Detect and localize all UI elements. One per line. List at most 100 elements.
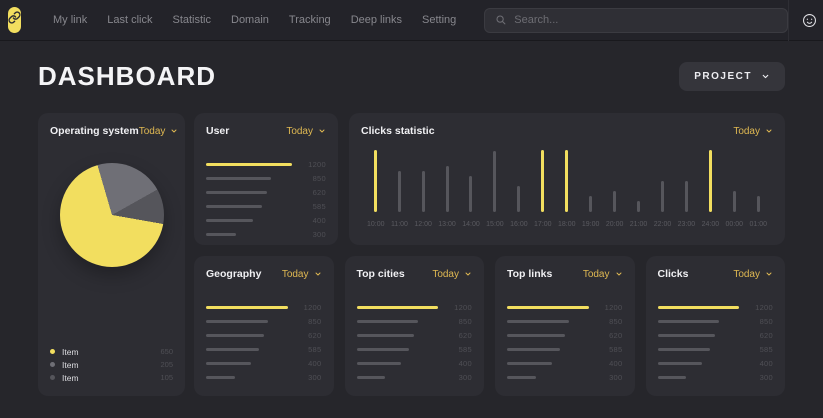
pie-legend: Item650Item205Item105: [50, 345, 173, 384]
card-clicks-statistic: Clicks statistic Today 10:0011:0012:0013…: [349, 113, 785, 245]
card-title: Clicks: [658, 268, 689, 280]
period-dropdown[interactable]: Today: [286, 126, 326, 137]
bar: [206, 205, 262, 208]
top-nav: My linkLast clickStatisticDomainTracking…: [0, 0, 823, 41]
bar-row: 850: [206, 314, 322, 328]
main-menu: My linkLast clickStatisticDomainTracking…: [43, 14, 466, 26]
bar: [357, 334, 415, 337]
time-label: 15:00: [486, 221, 504, 228]
chart-bar-highlight: [709, 150, 712, 212]
time-label: 14:00: [462, 221, 480, 228]
chart-bar: [422, 171, 425, 212]
bar-value: 620: [448, 331, 472, 340]
bar: [206, 348, 259, 351]
chart-bar: [661, 181, 664, 212]
nav-item-deep-links[interactable]: Deep links: [341, 14, 412, 26]
bar-track: [206, 334, 288, 337]
bar-value: 850: [298, 317, 322, 326]
bar-value: 300: [749, 373, 773, 382]
chart-bar-area: [541, 150, 544, 212]
bar-row: 620: [206, 328, 322, 342]
bar-row: 585: [206, 199, 326, 213]
bar-track: [206, 233, 292, 236]
bar-row: 585: [507, 342, 623, 356]
legend-value: 650: [160, 347, 173, 356]
nav-item-last-click[interactable]: Last click: [97, 14, 162, 26]
chart-bar: [469, 176, 472, 212]
time-label: 00:00: [726, 221, 744, 228]
period-dropdown[interactable]: Today: [583, 269, 623, 280]
bar-track: [206, 163, 292, 166]
bar-row: 300: [507, 370, 623, 384]
period-dropdown[interactable]: Today: [733, 126, 773, 137]
bar: [206, 320, 268, 323]
bar: [507, 334, 565, 337]
project-dropdown-button[interactable]: PROJECT: [679, 62, 785, 91]
right-column: User Today 1200850620585400300 Clicks st…: [194, 113, 785, 396]
chart-bar-highlight: [374, 150, 377, 212]
bar-row: 300: [206, 370, 322, 384]
period-label: Today: [432, 269, 459, 280]
support-button[interactable]: [788, 0, 823, 41]
period-dropdown[interactable]: Today: [139, 126, 179, 137]
bar-row: 620: [658, 328, 774, 342]
bar-highlight: [658, 306, 740, 309]
search-box[interactable]: [484, 8, 788, 33]
chart-column: 21:00: [630, 150, 648, 228]
bar: [357, 376, 386, 379]
bar-row: 300: [658, 370, 774, 384]
bar-row: 620: [206, 185, 326, 199]
bar: [206, 219, 253, 222]
chart-bar-area: [446, 150, 449, 212]
bar-track: [206, 191, 292, 194]
chart-column: 19:00: [582, 150, 600, 228]
chart-bar: [398, 171, 401, 212]
time-label: 20:00: [606, 221, 624, 228]
period-dropdown[interactable]: Today: [282, 269, 322, 280]
project-button-label: PROJECT: [694, 71, 752, 82]
nav-item-domain[interactable]: Domain: [221, 14, 279, 26]
search-icon: [495, 14, 507, 26]
chart-bar-area: [637, 150, 640, 212]
link-icon: [8, 11, 21, 29]
bar-track: [507, 306, 589, 309]
bar-track: [658, 362, 740, 365]
bar-row: 300: [357, 370, 473, 384]
nav-item-tracking[interactable]: Tracking: [279, 14, 341, 26]
time-label: 23:00: [678, 221, 696, 228]
bar-track: [206, 177, 292, 180]
bar-highlight: [507, 306, 589, 309]
nav-item-statistic[interactable]: Statistic: [162, 14, 221, 26]
chart-column: 16:00: [510, 150, 528, 228]
bar: [206, 233, 236, 236]
search-input[interactable]: [514, 14, 777, 26]
chart-column: 17:00: [534, 150, 552, 228]
chart-column: 11:00: [391, 150, 408, 228]
chevron-down-icon: [318, 127, 326, 135]
dashboard-grid: Operating system Today Item650Item205Ite…: [0, 113, 823, 396]
bar-track: [507, 376, 589, 379]
bar-row: 400: [357, 356, 473, 370]
cards-row-2: Geography Today 1200850620585400300 Top …: [194, 256, 785, 396]
period-dropdown[interactable]: Today: [432, 269, 472, 280]
nav-item-setting[interactable]: Setting: [412, 14, 466, 26]
bar-row: 585: [658, 342, 774, 356]
time-label: 01:00: [749, 221, 767, 228]
bar-value: 850: [448, 317, 472, 326]
time-label: 11:00: [391, 221, 408, 228]
nav-item-my-link[interactable]: My link: [43, 14, 97, 26]
bar-value: 300: [298, 373, 322, 382]
app-logo[interactable]: [8, 7, 21, 33]
chart-column: 20:00: [606, 150, 624, 228]
bar-value: 585: [298, 345, 322, 354]
bar-track: [507, 362, 589, 365]
period-dropdown[interactable]: Today: [733, 269, 773, 280]
chart-bar-area: [709, 150, 712, 212]
bar-track: [507, 348, 589, 351]
chart-bar-area: [493, 150, 496, 212]
bar: [357, 362, 402, 365]
legend-row: Item650: [50, 345, 173, 358]
chart-bar-area: [422, 150, 425, 212]
legend-dot: [50, 375, 55, 380]
bar: [206, 376, 235, 379]
